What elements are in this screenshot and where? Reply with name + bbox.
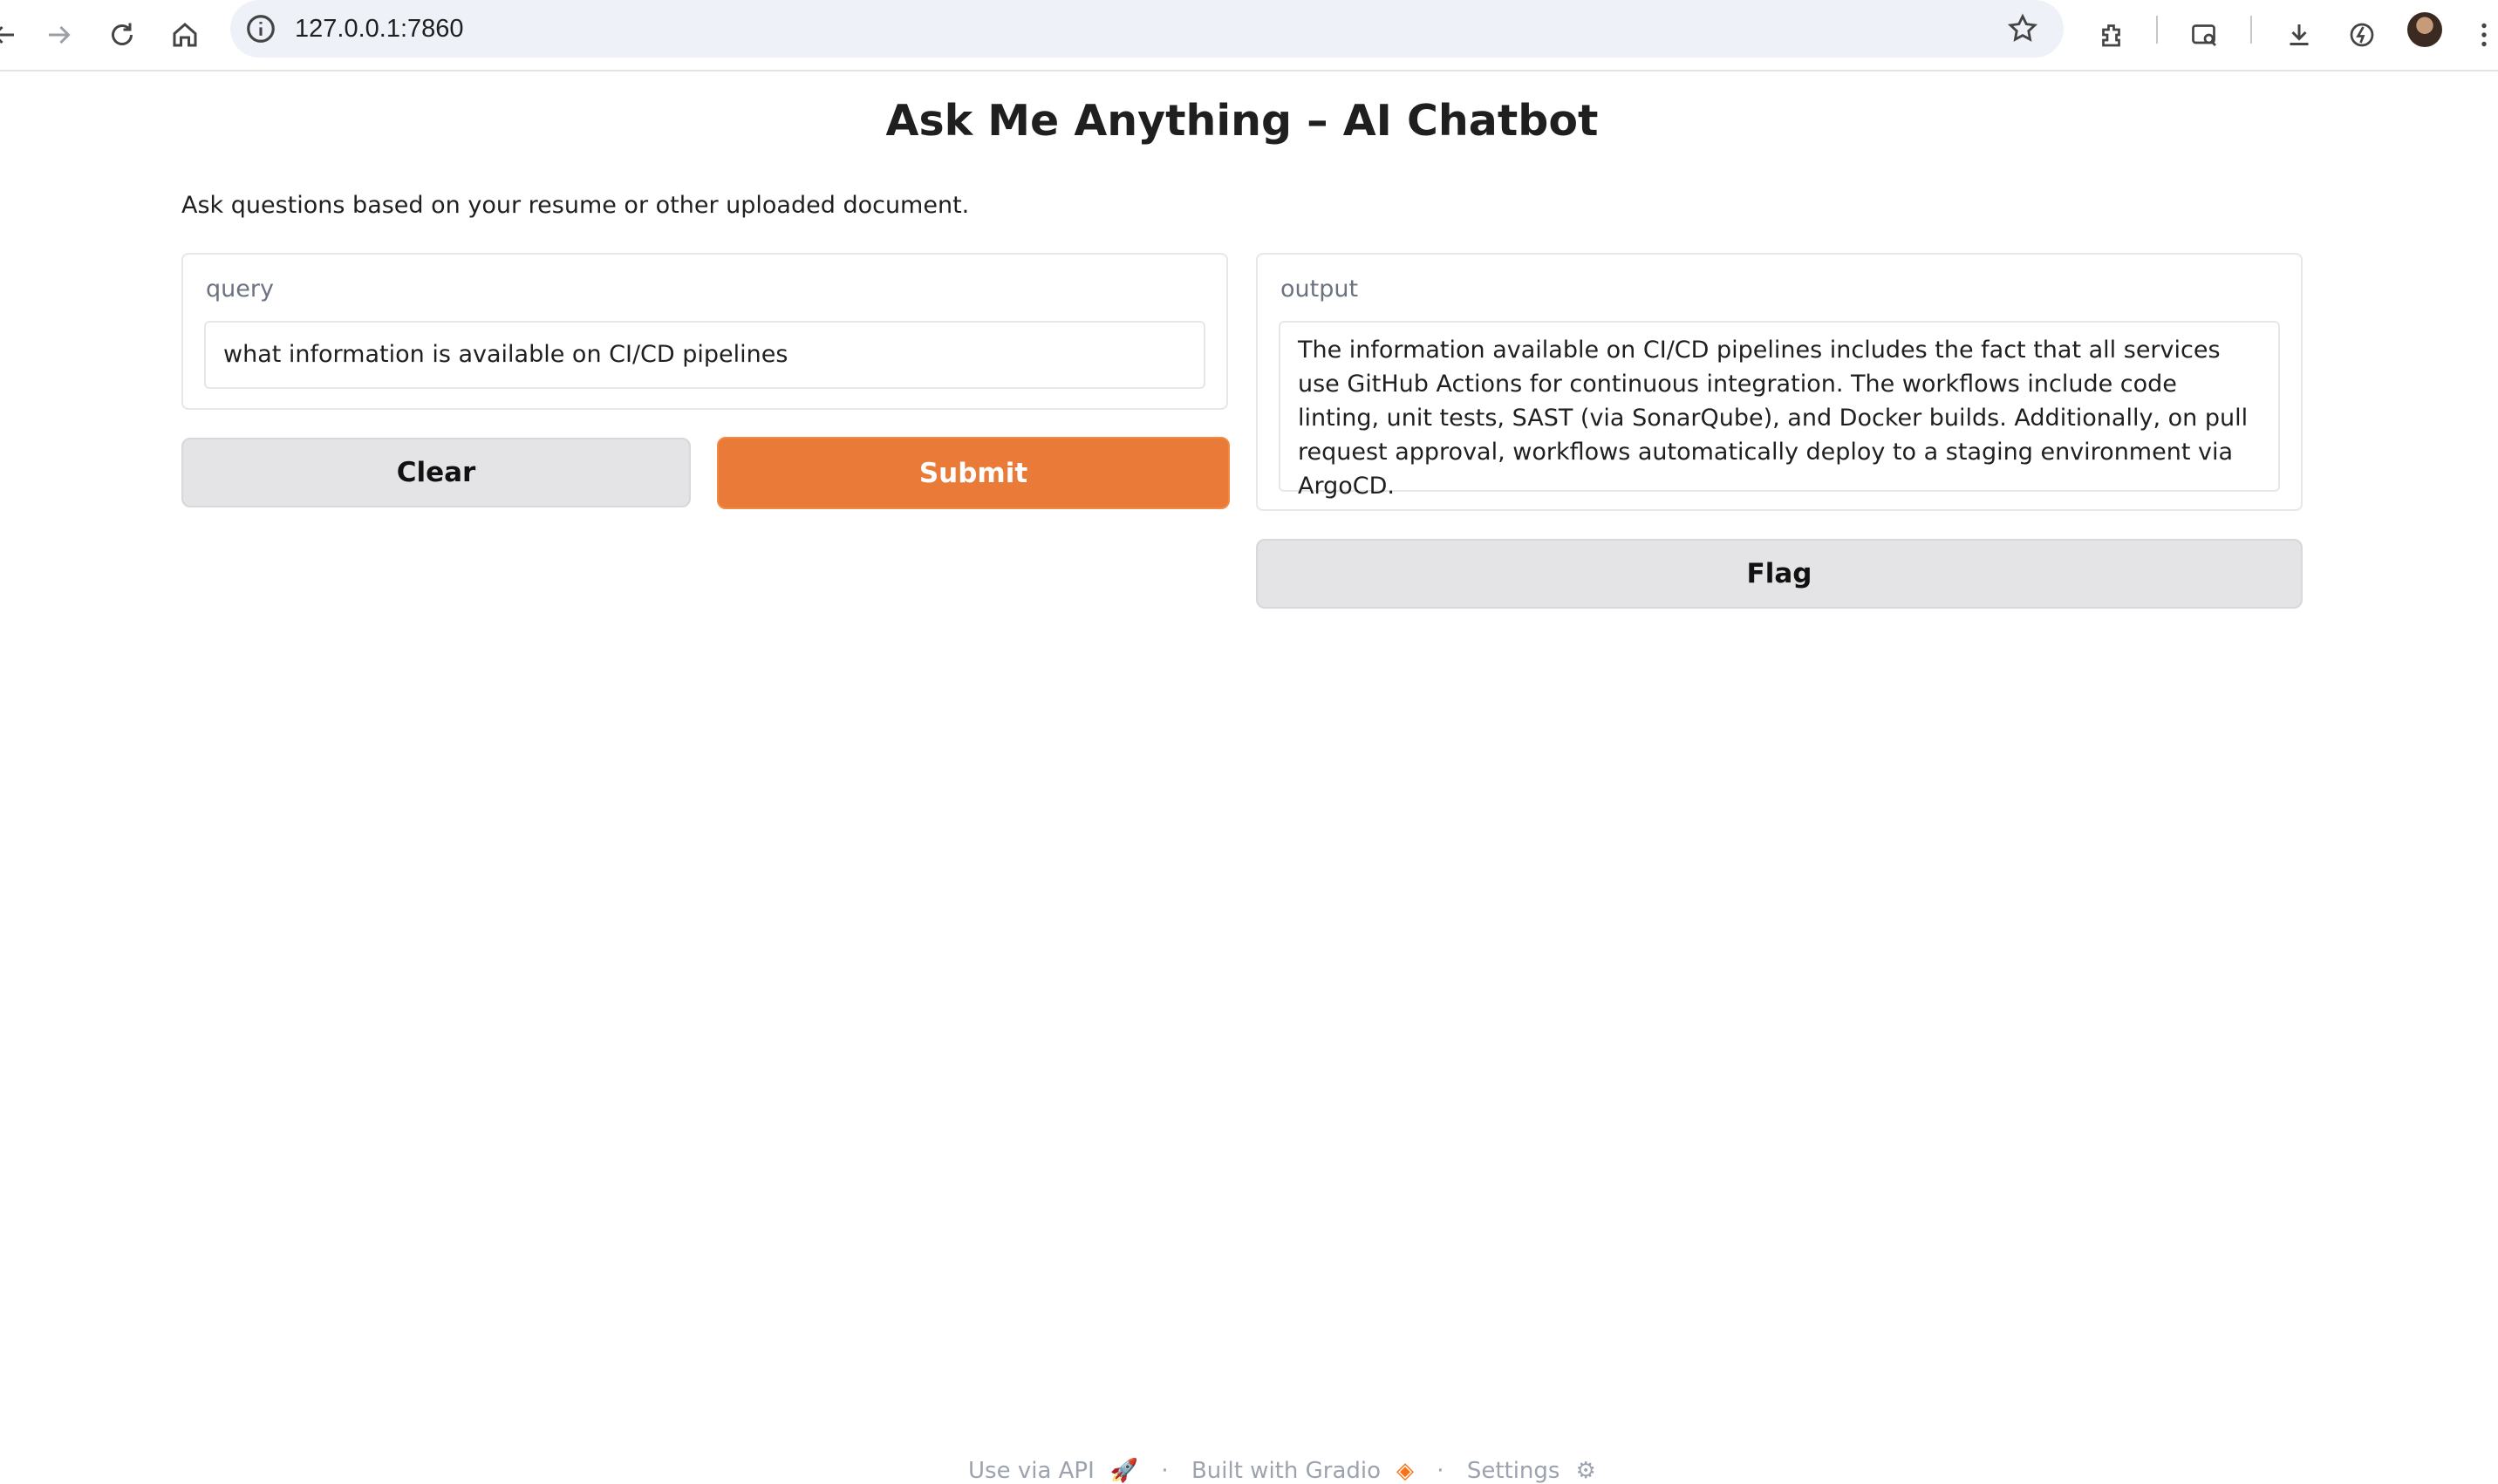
query-panel: query what information is available on C…: [181, 253, 1228, 410]
query-input[interactable]: what information is available on CI/CD p…: [204, 321, 1205, 389]
forward-icon[interactable]: [37, 12, 82, 58]
rocket-icon: 🚀: [1109, 1458, 1139, 1484]
home-icon[interactable]: [162, 12, 208, 58]
profile-avatar[interactable]: [2407, 12, 2442, 47]
footer-dot: ·: [1437, 1458, 1444, 1484]
toolbar-separator: [2250, 16, 2252, 44]
output-label: output: [1280, 276, 1359, 303]
performance-icon[interactable]: [2339, 12, 2385, 58]
query-label: query: [206, 276, 274, 303]
address-bar[interactable]: 127.0.0.1:7860: [230, 0, 2064, 58]
flag-button[interactable]: Flag: [1256, 539, 2303, 609]
use-via-api-link[interactable]: Use via API: [968, 1458, 1095, 1484]
settings-link[interactable]: Settings: [1467, 1458, 1560, 1484]
google-lens-icon[interactable]: [2182, 12, 2228, 58]
submit-button[interactable]: Submit: [717, 437, 1230, 509]
page-description: Ask questions based on your resume or ot…: [181, 192, 970, 219]
output-panel: output The information available on CI/C…: [1256, 253, 2303, 511]
reload-icon[interactable]: [99, 12, 145, 58]
extensions-icon[interactable]: [2090, 12, 2135, 58]
output-textbox[interactable]: The information available on CI/CD pipel…: [1279, 321, 2280, 500]
gradio-logo-icon: ◈: [1396, 1458, 1415, 1484]
back-icon[interactable]: [0, 12, 26, 58]
built-with-gradio-link[interactable]: Built with Gradio: [1191, 1458, 1381, 1484]
menu-icon[interactable]: [2461, 12, 2498, 58]
download-icon[interactable]: [2276, 12, 2322, 58]
site-info-icon[interactable]: [244, 12, 277, 45]
clear-button[interactable]: Clear: [181, 438, 691, 507]
url-text[interactable]: 127.0.0.1:7860: [295, 12, 464, 45]
footer-dot: ·: [1161, 1458, 1169, 1484]
gear-icon: ⚙: [1575, 1458, 1596, 1484]
browser-toolbar: 127.0.0.1:7860: [0, 0, 2498, 71]
page-title: Ask Me Anything – AI Chatbot: [885, 96, 1599, 146]
bookmark-star-icon[interactable]: [2006, 12, 2039, 45]
toolbar-separator: [2156, 16, 2158, 44]
footer: Use via API 🚀 · Built with Gradio ◈ · Sett…: [968, 1458, 1612, 1484]
